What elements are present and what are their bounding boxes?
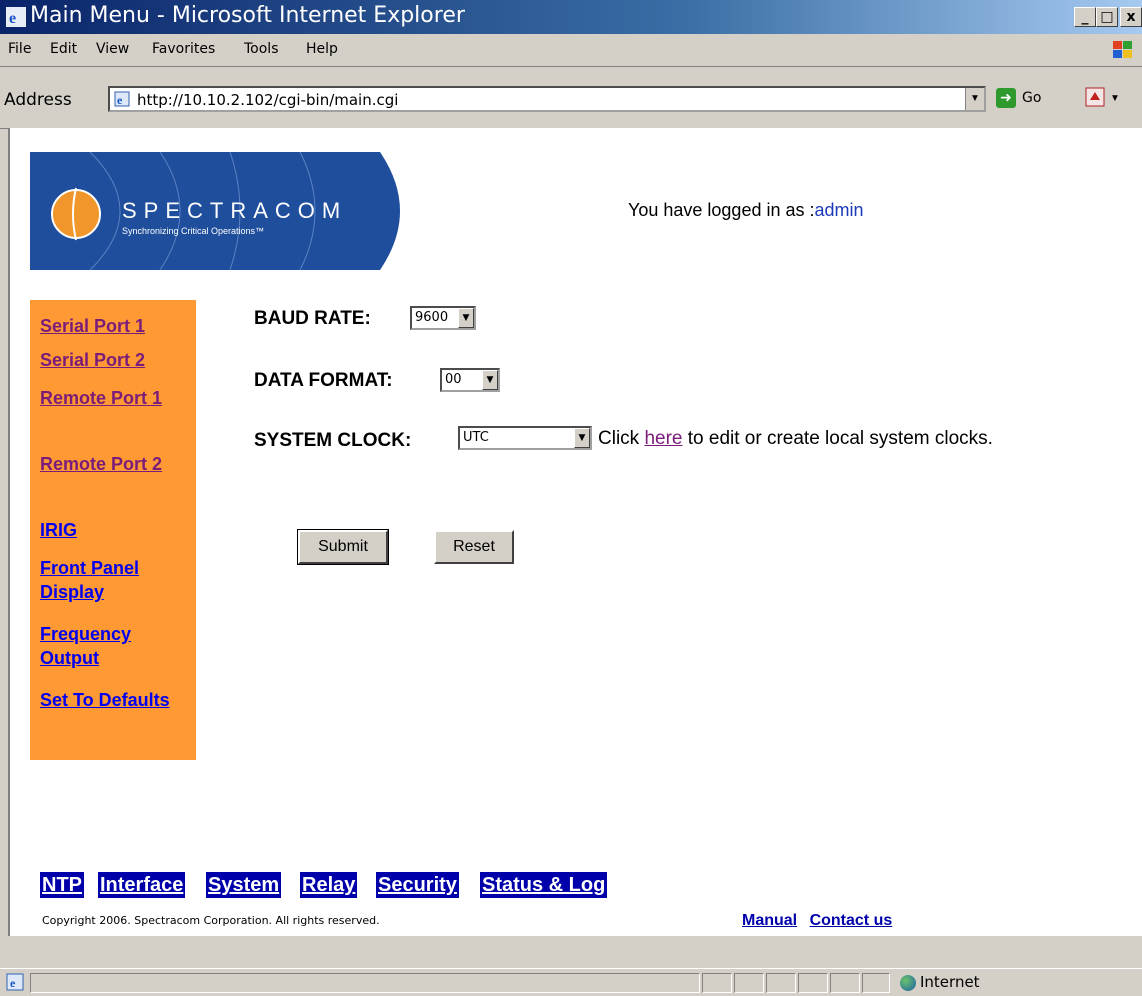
spectracom-logo: SPECTRACOM Synchronizing Critical Operat… <box>30 152 400 270</box>
close-button[interactable]: x <box>1120 7 1142 27</box>
contact-us-link[interactable]: Contact us <box>810 912 893 929</box>
edit-clocks-link[interactable]: here <box>644 428 682 449</box>
menu-edit[interactable]: Edit <box>50 41 77 57</box>
status-pane <box>766 973 796 993</box>
address-input[interactable]: e http://10.10.2.102/cgi-bin/main.cgi ▼ <box>108 86 986 112</box>
svg-text:Synchronizing Critical Operati: Synchronizing Critical Operations™ <box>122 226 264 236</box>
page-viewport: SPECTRACOM Synchronizing Critical Operat… <box>8 128 1142 936</box>
menu-help[interactable]: Help <box>306 41 338 57</box>
window-title: Main Menu - Microsoft Internet Explorer <box>30 3 465 28</box>
nav-set-to-defaults[interactable]: Set To Defaults <box>40 688 180 712</box>
submit-button[interactable]: Submit <box>297 529 389 565</box>
chevron-down-icon: ▼ <box>482 370 498 390</box>
address-dropdown-icon[interactable]: ▼ <box>965 88 984 110</box>
status-pane <box>734 973 764 993</box>
internet-explorer-icon: e <box>6 7 26 27</box>
menu-bar: File Edit View Favorites Tools Help <box>0 34 1142 67</box>
page-status-icon: e <box>6 973 24 991</box>
chevron-down-icon: ▼ <box>574 428 590 448</box>
nav-relay[interactable]: Relay <box>300 872 358 898</box>
nav-system[interactable]: System <box>206 872 282 898</box>
system-clock-select[interactable]: UTC ▼ <box>458 426 592 450</box>
manual-link[interactable]: Manual <box>742 912 797 929</box>
status-bar: e Internet <box>0 968 1142 996</box>
menu-tools[interactable]: Tools <box>244 41 279 57</box>
svg-text:e: e <box>9 10 16 27</box>
globe-icon <box>900 974 916 991</box>
side-nav: Serial Port 1 Serial Port 2 Remote Port … <box>30 300 196 760</box>
nav-serial-port-1[interactable]: Serial Port 1 <box>40 314 145 338</box>
clock-note-pre: Click <box>598 428 645 449</box>
chevron-down-icon: ▼ <box>458 308 474 328</box>
status-text-pane <box>30 973 700 993</box>
svg-text:SPECTRACOM: SPECTRACOM <box>122 198 347 223</box>
nav-irig[interactable]: IRIG <box>40 518 77 542</box>
login-user: admin <box>814 200 864 220</box>
svg-text:e: e <box>10 976 16 990</box>
address-label: Address <box>4 90 72 110</box>
go-button[interactable]: ➜ Go <box>994 86 1060 112</box>
status-pane <box>830 973 860 993</box>
go-arrow-icon: ➜ <box>996 88 1016 108</box>
system-clock-label: SYSTEM CLOCK: <box>254 430 412 451</box>
baud-rate-value: 9600 <box>415 310 449 325</box>
windows-flag-icon <box>1113 41 1132 58</box>
data-format-select[interactable]: 00 ▼ <box>440 368 500 392</box>
data-format-label: DATA FORMAT: <box>254 370 393 391</box>
address-url: http://10.10.2.102/cgi-bin/main.cgi <box>137 91 399 109</box>
footer-links: Manual Contact us <box>742 912 900 930</box>
copyright: Copyright 2006. Spectracom Corporation. … <box>42 914 380 927</box>
security-zone: Internet <box>900 973 980 991</box>
zone-label: Internet <box>920 973 980 991</box>
menu-favorites[interactable]: Favorites <box>152 41 215 57</box>
nav-frequency-output[interactable]: Frequency Output <box>40 622 180 670</box>
title-bar[interactable]: e Main Menu - Microsoft Internet Explore… <box>0 0 1142 34</box>
pdf-icon: ▼ <box>1085 87 1120 107</box>
page-icon: e <box>114 91 130 107</box>
maximize-button[interactable]: □ <box>1096 7 1118 27</box>
clock-note-post: to edit or create local system clocks. <box>682 428 993 449</box>
login-prefix: You have logged in as : <box>628 200 815 220</box>
data-format-value: 00 <box>445 372 462 387</box>
menu-file[interactable]: File <box>8 41 31 57</box>
nav-interface[interactable]: Interface <box>98 872 186 898</box>
baud-rate-label: BAUD RATE: <box>254 308 371 329</box>
nav-front-panel-display[interactable]: Front Panel Display <box>40 556 180 604</box>
pdf-toolbar-icon[interactable]: ▼ <box>1084 86 1140 112</box>
nav-serial-port-2[interactable]: Serial Port 2 <box>40 348 145 372</box>
status-pane <box>798 973 828 993</box>
nav-remote-port-1[interactable]: Remote Port 1 <box>40 386 190 410</box>
login-status: You have logged in as :admin <box>628 200 864 221</box>
nav-remote-port-2[interactable]: Remote Port 2 <box>40 452 190 476</box>
svg-text:▼: ▼ <box>1110 93 1120 104</box>
clock-note: Click here to edit or create local syste… <box>598 428 993 450</box>
svg-text:e: e <box>117 93 123 107</box>
nav-security[interactable]: Security <box>376 872 459 898</box>
baud-rate-select[interactable]: 9600 ▼ <box>410 306 476 330</box>
nav-status-log[interactable]: Status & Log <box>480 872 608 898</box>
minimize-button[interactable]: _ <box>1074 7 1096 27</box>
menu-view[interactable]: View <box>96 41 129 57</box>
system-clock-value: UTC <box>463 430 489 445</box>
address-bar: Address e http://10.10.2.102/cgi-bin/mai… <box>0 66 1142 129</box>
go-label: Go <box>1022 90 1042 106</box>
nav-ntp[interactable]: NTP <box>40 872 84 898</box>
status-pane <box>702 973 732 993</box>
reset-button[interactable]: Reset <box>434 530 514 564</box>
status-pane <box>862 973 890 993</box>
